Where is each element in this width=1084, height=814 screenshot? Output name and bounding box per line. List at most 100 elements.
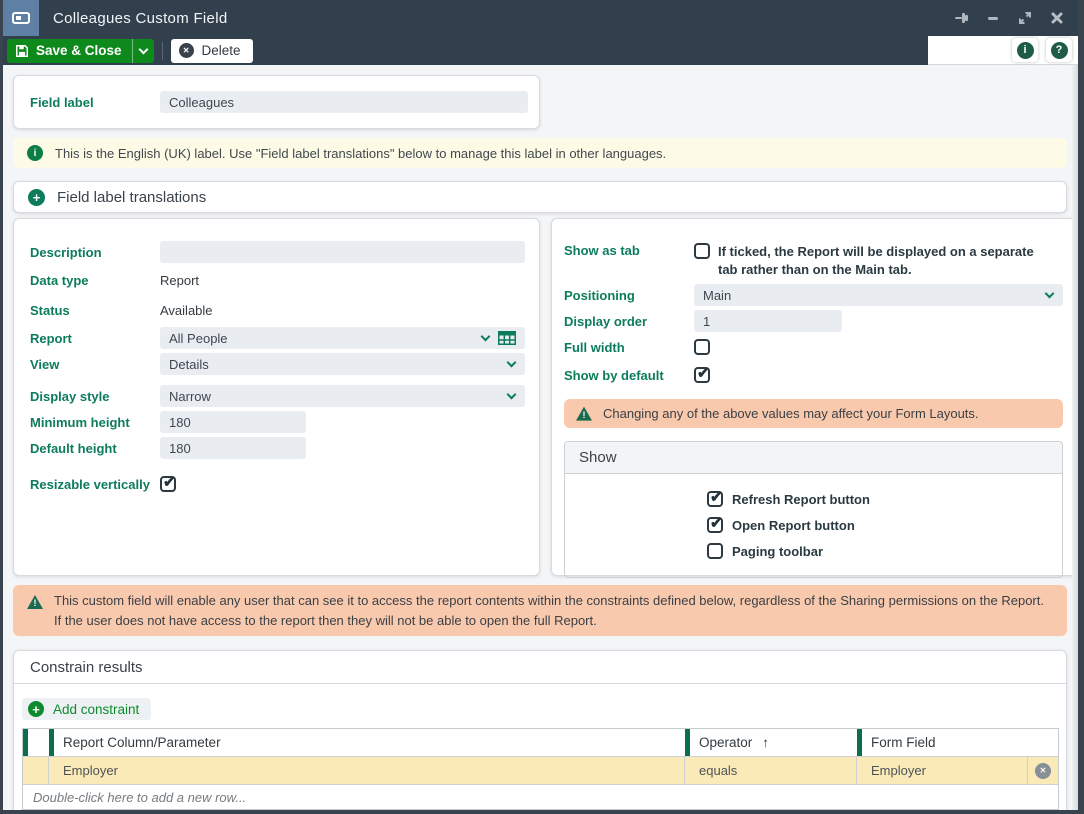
show-options-group: Show Refresh Report button Open Report b… xyxy=(564,441,1063,578)
layout-warning-text: Changing any of the above values may aff… xyxy=(603,406,979,421)
cell-form-field[interactable]: Employer xyxy=(857,757,1028,784)
column-header-form-field[interactable]: Form Field xyxy=(857,729,1058,756)
open-report-checkbox[interactable] xyxy=(707,517,723,533)
info-icon: i xyxy=(1017,42,1034,59)
custom-field-dialog: Colleagues Custom Field Save & Close ✕ xyxy=(0,0,1084,814)
layout-warning-banner: Changing any of the above values may aff… xyxy=(564,399,1063,428)
chevron-down-icon xyxy=(507,358,517,368)
help-icon: ? xyxy=(1051,42,1068,59)
field-label-input[interactable] xyxy=(160,91,528,113)
display-style-select[interactable]: Narrow xyxy=(160,385,525,407)
table-row: Employer equals Employer ✕ xyxy=(23,756,1058,784)
display-style-label: Display style xyxy=(30,389,160,404)
add-icon: + xyxy=(28,701,44,717)
cell-delete: ✕ xyxy=(1028,757,1058,784)
pin-icon[interactable] xyxy=(952,9,970,27)
status-label: Status xyxy=(30,303,160,318)
full-width-label: Full width xyxy=(564,340,694,355)
show-as-tab-label: Show as tab xyxy=(564,243,694,258)
toolbar-right: i ? xyxy=(928,36,1078,65)
field-settings-panel: Description Data type Report Status Avai… xyxy=(13,218,540,576)
titlebar: Colleagues Custom Field xyxy=(3,0,1078,36)
dialog-content: Field label i This is the English (UK) l… xyxy=(3,65,1078,810)
add-row-hint[interactable]: Double-click here to add a new row... xyxy=(23,784,1058,809)
save-icon xyxy=(15,44,29,58)
remove-constraint-icon[interactable]: ✕ xyxy=(1035,763,1051,779)
cell-operator[interactable]: equals xyxy=(685,757,857,784)
default-height-label: Default height xyxy=(30,441,160,456)
report-picker-grid-icon[interactable] xyxy=(498,331,516,345)
info-icon: i xyxy=(27,145,43,161)
chevron-down-icon xyxy=(507,390,517,400)
sort-asc-icon: ↑ xyxy=(762,735,769,750)
show-as-tab-checkbox[interactable] xyxy=(694,243,710,259)
description-input[interactable] xyxy=(160,241,525,263)
open-report-option: Open Report button xyxy=(707,517,1062,533)
translations-label: Field label translations xyxy=(57,189,206,206)
minimum-height-label: Minimum height xyxy=(30,415,160,430)
show-as-tab-help: If ticked, the Report will be displayed … xyxy=(718,243,1054,278)
warning-icon xyxy=(576,407,592,421)
default-height-input[interactable] xyxy=(160,437,306,459)
data-type-label: Data type xyxy=(30,273,160,288)
chevron-down-icon xyxy=(481,332,491,342)
minimum-height-input[interactable] xyxy=(160,411,306,433)
show-group-title: Show xyxy=(565,442,1062,474)
language-info-banner: i This is the English (UK) label. Use "F… xyxy=(13,138,1067,168)
info-button[interactable]: i xyxy=(1012,38,1038,62)
field-label-card: Field label xyxy=(13,75,540,129)
sharing-warning-banner: This custom field will enable any user t… xyxy=(13,585,1067,636)
language-info-text: This is the English (UK) label. Use "Fie… xyxy=(55,146,666,161)
chevron-down-icon xyxy=(138,44,148,54)
view-label: View xyxy=(30,357,160,372)
paging-toolbar-checkbox[interactable] xyxy=(707,543,723,559)
delete-icon: ✕ xyxy=(179,43,194,58)
row-handle[interactable] xyxy=(23,757,49,784)
add-constraint-button[interactable]: + Add constraint xyxy=(22,698,151,720)
cell-report-column[interactable]: Employer xyxy=(49,757,685,784)
paging-toolbar-option: Paging toolbar xyxy=(707,543,1062,559)
expand-plus-icon[interactable]: + xyxy=(28,189,45,206)
show-by-default-label: Show by default xyxy=(564,368,694,383)
custom-field-icon xyxy=(3,0,39,36)
column-header-operator[interactable]: Operator↑ xyxy=(685,729,857,756)
status-value: Available xyxy=(160,303,213,318)
resizable-vertically-label: Resizable vertically xyxy=(30,477,160,492)
constraints-table-header: Report Column/Parameter Operator↑ Form F… xyxy=(23,729,1058,756)
sharing-warning-text: This custom field will enable any user t… xyxy=(54,591,1053,630)
constraints-table: Report Column/Parameter Operator↑ Form F… xyxy=(22,728,1059,810)
save-options-dropdown[interactable] xyxy=(132,39,154,63)
delete-button[interactable]: ✕ Delete xyxy=(171,39,253,63)
data-type-value: Report xyxy=(160,273,199,288)
full-width-checkbox[interactable] xyxy=(694,339,710,355)
minimize-icon[interactable] xyxy=(984,9,1002,27)
row-handle-header xyxy=(23,729,49,756)
positioning-label: Positioning xyxy=(564,288,694,303)
refresh-report-option: Refresh Report button xyxy=(707,491,1062,507)
resizable-vertically-checkbox[interactable] xyxy=(160,476,176,492)
help-button[interactable]: ? xyxy=(1046,38,1072,62)
constrain-results-section: Constrain results + Add constraint Repor… xyxy=(13,650,1067,814)
window-title: Colleagues Custom Field xyxy=(53,10,227,27)
field-label-translations-expander[interactable]: + Field label translations xyxy=(13,181,1067,213)
save-close-button[interactable]: Save & Close xyxy=(7,39,132,63)
display-order-label: Display order xyxy=(564,314,694,329)
maximize-icon[interactable] xyxy=(1016,9,1034,27)
show-by-default-checkbox[interactable] xyxy=(694,367,710,383)
report-select[interactable]: All People xyxy=(160,327,525,349)
chevron-down-icon xyxy=(1045,289,1055,299)
close-icon[interactable] xyxy=(1048,9,1066,27)
toolbar: Save & Close ✕ Delete i ? xyxy=(3,36,1078,65)
window-controls xyxy=(952,0,1066,36)
refresh-report-checkbox[interactable] xyxy=(707,491,723,507)
display-order-input[interactable] xyxy=(694,310,842,332)
toolbar-divider xyxy=(162,42,163,60)
positioning-select[interactable]: Main xyxy=(694,284,1063,306)
display-settings-panel: Show as tab If ticked, the Report will b… xyxy=(551,218,1076,576)
warning-icon xyxy=(27,595,43,609)
description-label: Description xyxy=(30,245,160,260)
column-header-report-column[interactable]: Report Column/Parameter xyxy=(49,729,685,756)
window-edge xyxy=(1072,65,1078,810)
view-select[interactable]: Details xyxy=(160,353,525,375)
constrain-results-title: Constrain results xyxy=(14,651,1066,684)
